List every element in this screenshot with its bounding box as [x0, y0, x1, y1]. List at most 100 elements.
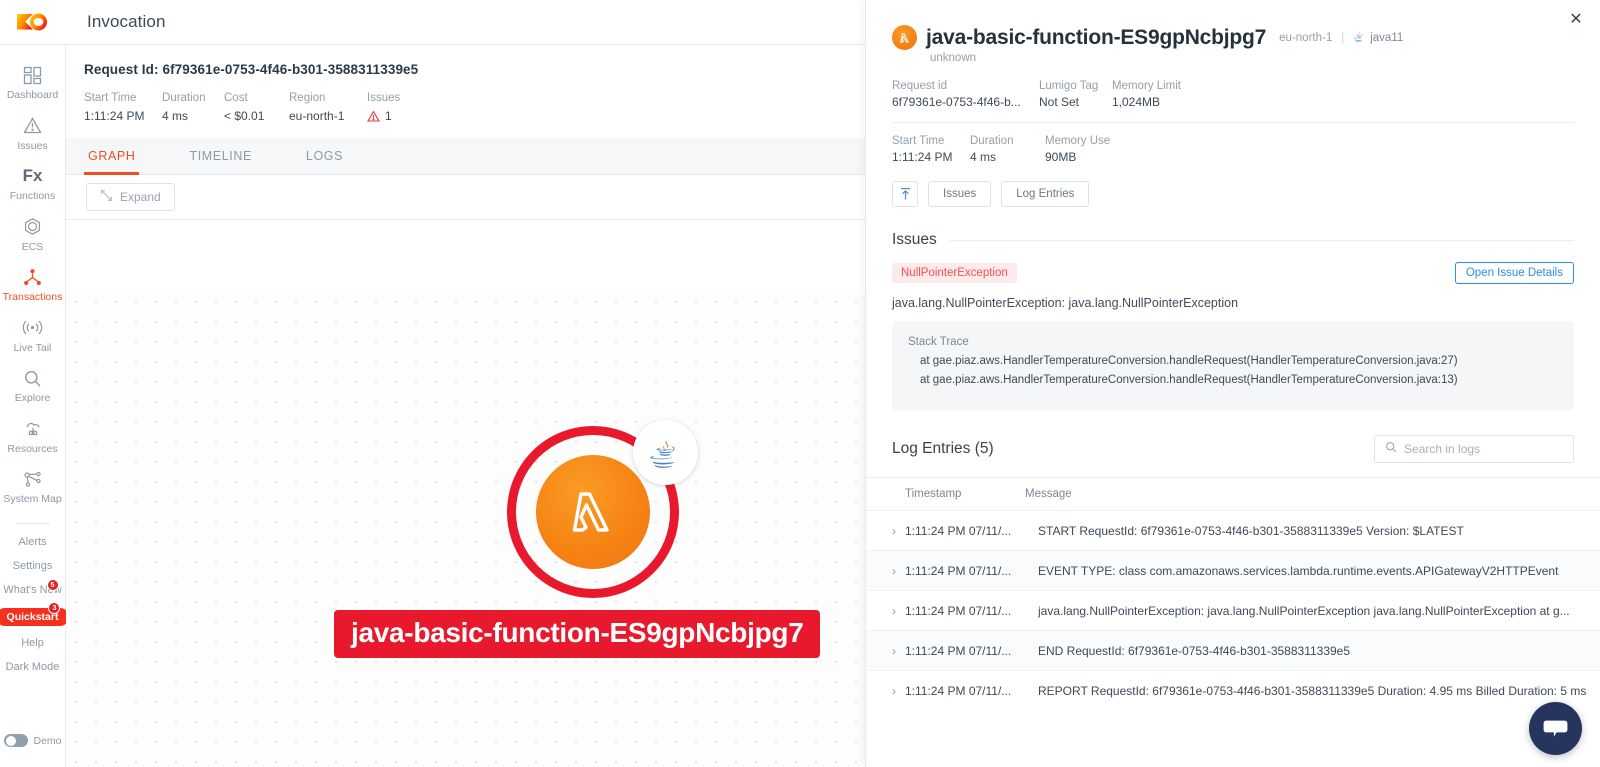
search-magnifier-icon [23, 367, 42, 389]
kv-value: 90MB [1045, 150, 1077, 164]
chat-bubble-icon[interactable] [1529, 702, 1582, 755]
table-row[interactable]: › 1:11:24 PM 07/11/... END RequestId: 6f… [866, 630, 1600, 670]
exception-message: java.lang.NullPointerException: java.lan… [892, 296, 1239, 310]
sidebar-item-issues[interactable]: Issues [0, 108, 66, 159]
meta-key: Region [289, 92, 326, 104]
stack-trace-line: at gae.piaz.aws.HandlerTemperatureConver… [920, 355, 1458, 367]
java-coffee-cup-icon [633, 420, 698, 485]
sidebar-label: Dashboard [6, 89, 59, 101]
sidebar-item-help[interactable]: Help [0, 631, 66, 655]
sidebar-item-quickstart[interactable]: Quickstart 3 [0, 601, 70, 631]
panel-kv-bottom: Start Time 1:11:24 PM Duration 4 ms Memo… [892, 135, 1574, 164]
sidebar-item-live-tail[interactable]: Live Tail [0, 310, 66, 361]
sidebar-item-functions[interactable]: Fx Functions [0, 158, 66, 209]
exception-badge: NullPointerException [892, 263, 1017, 283]
log-message: END RequestId: 6f79361e-0753-4f46-b301-3… [1038, 643, 1351, 658]
chevron-right-icon[interactable]: › [892, 644, 905, 658]
log-timestamp: 1:11:24 PM 07/11/... [905, 683, 1012, 698]
kv-value: 1:11:24 PM [892, 150, 953, 164]
kv-value: 6f79361e-0753-4f46-b... [892, 95, 1021, 109]
table-row[interactable]: › 1:11:24 PM 07/11/... REPORT RequestId:… [866, 670, 1600, 710]
meta-key: Duration [162, 92, 206, 104]
issues-title: Issues [892, 231, 937, 248]
demo-switch[interactable] [4, 734, 29, 747]
page-title: Invocation [87, 12, 166, 31]
dashboard-grid-icon [23, 64, 42, 86]
tab-logs[interactable]: LOGS [302, 138, 347, 174]
app-root: Invocation Dashboard Issues Fx Functions [0, 0, 1600, 767]
sidebar-item-system-map[interactable]: System Map [0, 461, 66, 512]
sidebar-label: ECS [21, 240, 44, 253]
warning-triangle-icon [23, 115, 42, 137]
close-icon[interactable]: ✕ [1565, 9, 1587, 31]
transactions-node-icon [23, 266, 42, 288]
chevron-right-icon[interactable]: › [892, 524, 905, 538]
graph-node-lambda[interactable] [507, 420, 698, 598]
kv-value: 1,024MB [1112, 95, 1161, 109]
sidebar-item-whats-new[interactable]: What's New 5 [0, 578, 66, 602]
stack-trace-title: Stack Trace [908, 336, 969, 348]
sidebar-item-ecs[interactable]: ECS [0, 209, 66, 260]
log-message: EVENT TYPE: class com.amazonaws.services… [1038, 563, 1559, 578]
issue-row: NullPointerException Open Issue Details [866, 262, 1600, 284]
kv-key: Lumigo Tag [1039, 80, 1099, 92]
log-timestamp: 1:11:24 PM 07/11/... [905, 563, 1012, 578]
log-entries-button[interactable]: Log Entries [1001, 181, 1090, 207]
sidebar-item-transactions[interactable]: Transactions [0, 259, 66, 310]
meta-region: Region eu-north-1 [289, 91, 367, 125]
kv-value: 4 ms [970, 150, 997, 164]
meta-key: Issues [367, 92, 401, 104]
runtime-label: java11 [1370, 31, 1404, 44]
lumigo-logo-svg [17, 13, 47, 31]
issues-button[interactable]: Issues [928, 181, 992, 207]
kv-memory-limit: Memory Limit 1,024MB [1112, 80, 1181, 109]
tab-graph[interactable]: GRAPH [84, 138, 140, 175]
kv-memory-use: Memory Use 90MB [1045, 135, 1110, 164]
sidebar-item-resources[interactable]: Resources [0, 411, 66, 462]
chevron-right-icon[interactable]: › [892, 564, 905, 578]
kv-duration: Duration 4 ms [970, 135, 1045, 164]
sidebar-item-dark-mode[interactable]: Dark Mode [0, 655, 66, 679]
sidebar-item-explore[interactable]: Explore [0, 360, 66, 411]
chevron-right-icon[interactable]: › [892, 604, 905, 618]
sidebar-label: Resources [7, 442, 58, 455]
sidebar-label: Functions [9, 190, 56, 203]
meta-key: Cost [224, 92, 248, 104]
panel-action-buttons: Issues Log Entries [892, 181, 1574, 207]
section-rule [948, 239, 1574, 241]
issues-section-header: Issues [866, 231, 1600, 249]
open-issue-details-button[interactable]: Open Issue Details [1454, 262, 1574, 284]
kv-request-id: Request id 6f79361e-0753-4f46-b... [892, 80, 1039, 109]
java-coffee-cup-icon [1353, 30, 1366, 46]
chevron-right-icon[interactable]: › [892, 684, 905, 698]
sidebar-item-dashboard[interactable]: Dashboard [0, 57, 66, 108]
panel-kv-top: Request id 6f79361e-0753-4f46-b... Lumig… [892, 80, 1574, 109]
table-row[interactable]: › 1:11:24 PM 07/11/... EVENT TYPE: class… [866, 550, 1600, 590]
sidebar-item-alerts[interactable]: Alerts [0, 530, 66, 554]
log-search-box[interactable] [1374, 435, 1574, 463]
sidebar-label: Alerts [18, 535, 47, 548]
issues-section: Issues NullPointerException Open Issue D… [866, 231, 1600, 410]
kv-key: Start Time [892, 135, 945, 147]
table-row[interactable]: › 1:11:24 PM 07/11/... START RequestId: … [866, 510, 1600, 550]
log-timestamp: 1:11:24 PM 07/11/... [905, 603, 1012, 618]
stack-trace-line: at gae.piaz.aws.HandlerTemperatureConver… [920, 374, 1458, 386]
tab-label: GRAPH [88, 148, 136, 163]
ecs-hexagon-icon [23, 216, 42, 238]
column-header-message: Message [1025, 488, 1072, 500]
issues-count: 1 [385, 108, 392, 123]
sidebar-item-settings[interactable]: Settings [0, 554, 66, 578]
jump-to-top-arrow-icon[interactable] [892, 181, 918, 207]
expand-button[interactable]: Expand [86, 182, 175, 211]
kv-start-time: Start Time 1:11:24 PM [892, 135, 970, 164]
table-row[interactable]: › 1:11:24 PM 07/11/... java.lang.NullPoi… [866, 590, 1600, 630]
tab-timeline[interactable]: TIMELINE [185, 138, 255, 174]
log-search-input[interactable] [1404, 442, 1563, 456]
demo-toggle[interactable]: Demo [0, 734, 66, 747]
expand-label: Expand [120, 189, 161, 204]
aws-lambda-icon [536, 455, 650, 569]
sidebar-label: Issues [17, 139, 48, 152]
lumigo-logo-icon[interactable] [0, 0, 66, 45]
sidebar: Dashboard Issues Fx Functions ECS Transa… [0, 45, 70, 767]
sidebar-label: Help [21, 636, 44, 649]
